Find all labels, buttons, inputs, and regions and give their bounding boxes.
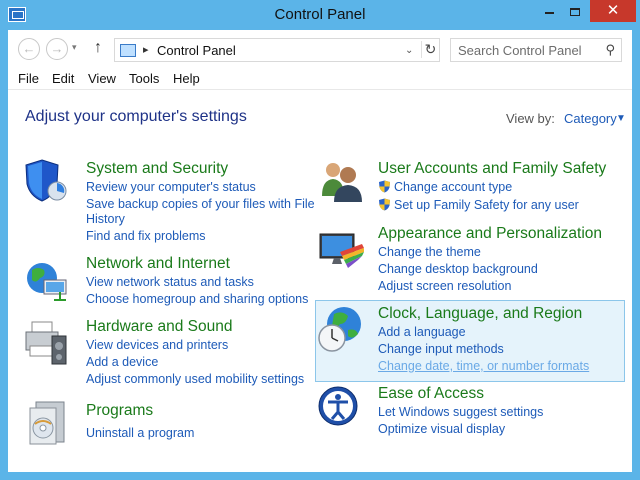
up-button[interactable]: ↑ — [94, 39, 102, 57]
breadcrumb-control-panel[interactable]: Control Panel — [157, 43, 236, 58]
add-language-link[interactable]: Add a language — [378, 325, 466, 339]
menu-file[interactable]: File — [18, 71, 39, 86]
uac-shield-icon — [379, 180, 390, 193]
close-icon: ✕ — [606, 2, 620, 19]
user-accounts-title[interactable]: User Accounts and Family Safety — [378, 160, 606, 178]
chevron-down-icon[interactable]: ▼ — [616, 113, 626, 124]
ease-of-access-icon[interactable] — [316, 384, 366, 434]
mobility-settings-link[interactable]: Adjust commonly used mobility settings — [86, 372, 304, 386]
family-safety-link[interactable]: Set up Family Safety for any user — [378, 198, 579, 212]
close-button[interactable]: ✕ — [590, 0, 636, 22]
windows-suggest-settings-link[interactable]: Let Windows suggest settings — [378, 405, 543, 419]
programs-icon[interactable] — [22, 398, 72, 448]
search-box[interactable]: Search Control Panel ⚲ — [450, 38, 622, 62]
appearance-personalization-title[interactable]: Appearance and Personalization — [378, 225, 602, 243]
ease-of-access-title[interactable]: Ease of Access — [378, 385, 484, 403]
change-input-methods-link[interactable]: Change input methods — [378, 342, 504, 356]
minimize-button[interactable] — [537, 0, 561, 22]
chevron-down-icon: ▾ — [72, 42, 77, 52]
uac-shield-icon — [379, 198, 390, 211]
appearance-personalization-icon[interactable] — [316, 226, 366, 276]
save-backup-link[interactable]: Save backup copies of your files with Fi… — [86, 197, 315, 211]
recent-locations-button[interactable]: ▾ — [72, 42, 77, 53]
add-device-link[interactable]: Add a device — [86, 355, 158, 369]
breadcrumb-separator-icon[interactable]: ▸ — [143, 43, 149, 56]
minimize-icon — [544, 11, 554, 14]
back-arrow-icon: ← — [22, 41, 36, 56]
search-input[interactable]: Search Control Panel — [458, 43, 582, 58]
find-fix-problems-link[interactable]: Find and fix problems — [86, 229, 206, 243]
system-security-shield-icon[interactable] — [22, 156, 72, 206]
view-by-dropdown[interactable]: Category — [564, 111, 617, 126]
user-accounts-icon[interactable] — [316, 156, 366, 206]
save-backup-link-history[interactable]: History — [86, 212, 125, 226]
back-button[interactable]: ← — [18, 38, 40, 60]
adjust-screen-resolution-link[interactable]: Adjust screen resolution — [378, 279, 511, 293]
uninstall-program-link[interactable]: Uninstall a program — [86, 426, 194, 440]
change-theme-link[interactable]: Change the theme — [378, 245, 481, 259]
navigation-bar: ← → ▾ ↑ ▸ Control Panel ⌄ ↻ Search Contr… — [8, 30, 632, 68]
view-by-label: View by: — [506, 111, 555, 126]
menu-help[interactable]: Help — [173, 71, 200, 86]
search-icon[interactable]: ⚲ — [605, 42, 615, 58]
change-account-type-label: Change account type — [394, 180, 513, 194]
hardware-sound-printer-icon[interactable] — [22, 318, 72, 368]
control-panel-icon — [120, 44, 136, 57]
system-security-title[interactable]: System and Security — [86, 160, 228, 178]
view-network-status-link[interactable]: View network status and tasks — [86, 275, 254, 289]
refresh-icon: ↻ — [424, 41, 437, 57]
menu-edit[interactable]: Edit — [52, 71, 74, 86]
review-status-link[interactable]: Review your computer's status — [86, 180, 256, 194]
control-panel-window: Control Panel ✕ ← → ▾ ↑ ▸ Control Panel … — [0, 0, 640, 480]
address-bar[interactable]: ▸ Control Panel ⌄ ↻ — [114, 38, 440, 62]
clock-language-region-icon[interactable] — [316, 304, 366, 354]
network-internet-title[interactable]: Network and Internet — [86, 255, 230, 273]
up-arrow-icon: ↑ — [94, 39, 102, 56]
menu-tools[interactable]: Tools — [129, 71, 159, 86]
programs-title[interactable]: Programs — [86, 402, 153, 420]
window-client-area: ← → ▾ ↑ ▸ Control Panel ⌄ ↻ Search Contr… — [8, 30, 632, 472]
refresh-button[interactable]: ↻ — [421, 41, 439, 58]
homegroup-sharing-link[interactable]: Choose homegroup and sharing options — [86, 292, 308, 306]
optimize-visual-display-link[interactable]: Optimize visual display — [378, 422, 505, 436]
view-devices-printers-link[interactable]: View devices and printers — [86, 338, 228, 352]
menu-view[interactable]: View — [88, 71, 116, 86]
change-account-type-link[interactable]: Change account type — [378, 180, 512, 194]
page-title: Adjust your computer's settings — [25, 108, 247, 125]
change-desktop-background-link[interactable]: Change desktop background — [378, 262, 538, 276]
clock-language-region-title[interactable]: Clock, Language, and Region — [378, 305, 582, 323]
forward-arrow-icon: → — [50, 41, 64, 56]
address-dropdown-button[interactable]: ⌄ — [405, 45, 413, 56]
title-bar[interactable]: Control Panel ✕ — [0, 0, 640, 30]
change-date-time-formats-link[interactable]: Change date, time, or number formats — [378, 359, 589, 373]
maximize-icon — [570, 7, 580, 16]
maximize-button[interactable] — [563, 0, 587, 22]
hardware-sound-title[interactable]: Hardware and Sound — [86, 318, 233, 336]
family-safety-label: Set up Family Safety for any user — [394, 198, 579, 212]
forward-button[interactable]: → — [46, 38, 68, 60]
network-internet-globe-icon[interactable] — [22, 256, 72, 306]
menu-bar: File Edit View Tools Help — [8, 68, 632, 90]
chevron-down-icon: ⌄ — [405, 45, 414, 56]
